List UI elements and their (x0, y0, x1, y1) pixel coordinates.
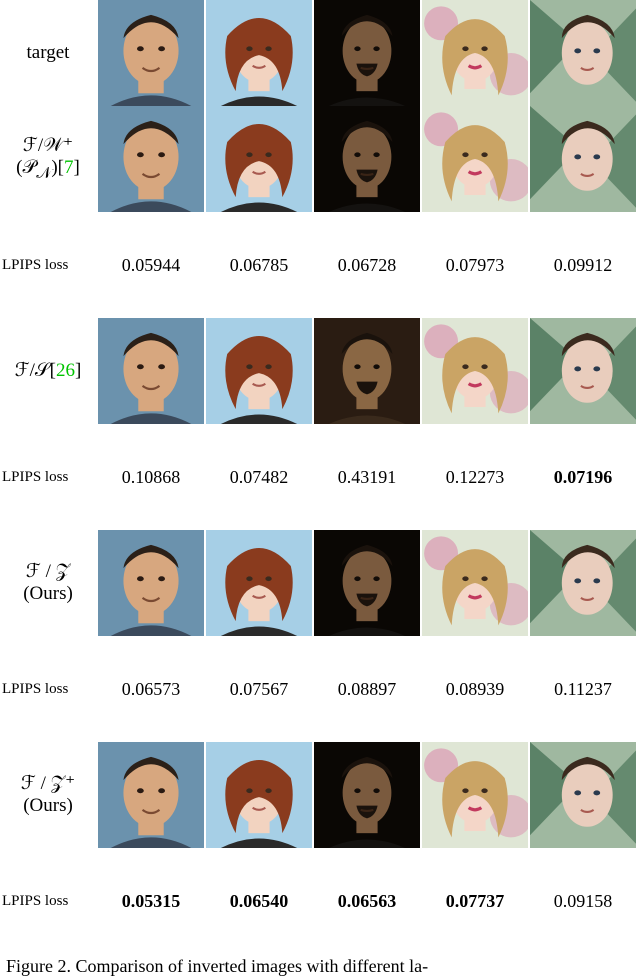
label-text-l1: ℱ / 𝒵⁺ (21, 773, 75, 795)
face-target-4 (422, 0, 528, 106)
metric-val: 0.06728 (314, 254, 420, 276)
face-target-2 (206, 0, 312, 106)
metric-label: LPIPS loss (0, 890, 96, 912)
face-fs-3 (314, 318, 420, 424)
metric-val: 0.07737 (422, 890, 528, 912)
metric-val: 0.11237 (530, 678, 636, 700)
face-fs-1 (98, 318, 204, 424)
metric-val: 0.07973 (422, 254, 528, 276)
face-fz-3 (314, 530, 420, 636)
face-target-1 (98, 0, 204, 106)
label-text-l2: (𝒫𝒩)[7] (16, 157, 80, 183)
row-label-fz: ℱ / 𝒵 (Ours) (0, 530, 96, 636)
face-fwplus-1 (98, 106, 204, 212)
face-fzplus-3 (314, 742, 420, 848)
metric-val: 0.08939 (422, 678, 528, 700)
face-fz-5 (530, 530, 636, 636)
row-label-fs: ℱ/𝒮[26] (0, 318, 96, 424)
citation-26: 26 (56, 360, 75, 381)
face-fwplus-3 (314, 106, 420, 212)
metric-val: 0.06573 (98, 678, 204, 700)
label-text-l1: ℱ/𝒲⁺ (23, 135, 73, 157)
metric-val: 0.07196 (530, 466, 636, 488)
face-fs-5 (530, 318, 636, 424)
label-text-l2: (Ours) (23, 795, 73, 817)
label-text-l2: (Ours) (23, 583, 73, 605)
metric-label: LPIPS loss (0, 254, 96, 276)
metric-val: 0.06785 (206, 254, 312, 276)
row-label-fzplus: ℱ / 𝒵⁺ (Ours) (0, 742, 96, 848)
face-fwplus-5 (530, 106, 636, 212)
face-fwplus-4 (422, 106, 528, 212)
label-text-l1: ℱ / 𝒵 (26, 561, 70, 583)
figure-2: target ℱ/𝒲⁺ (𝒫𝒩)[7] LPIPS loss 0.05944 0… (0, 0, 640, 977)
face-fz-1 (98, 530, 204, 636)
face-fs-4 (422, 318, 528, 424)
face-fz-2 (206, 530, 312, 636)
face-fzplus-4 (422, 742, 528, 848)
metric-label: LPIPS loss (0, 466, 96, 488)
image-grid: target ℱ/𝒲⁺ (𝒫𝒩)[7] LPIPS loss 0.05944 0… (0, 0, 640, 954)
metric-val: 0.09912 (530, 254, 636, 276)
metric-val: 0.06540 (206, 890, 312, 912)
label-text: ℱ/𝒮[26] (15, 360, 82, 382)
citation-7: 7 (64, 157, 74, 178)
metric-val: 0.06563 (314, 890, 420, 912)
metric-val: 0.05315 (98, 890, 204, 912)
face-target-5 (530, 0, 636, 106)
metric-val: 0.43191 (314, 466, 420, 488)
label-text: target (27, 42, 70, 64)
face-target-3 (314, 0, 420, 106)
row-label-target: target (0, 0, 96, 106)
face-fs-2 (206, 318, 312, 424)
metric-val: 0.10868 (98, 466, 204, 488)
figure-caption: Figure 2. Comparison of inverted images … (0, 954, 640, 977)
face-fz-4 (422, 530, 528, 636)
metric-val: 0.12273 (422, 466, 528, 488)
metric-val: 0.05944 (98, 254, 204, 276)
metric-val: 0.08897 (314, 678, 420, 700)
face-fwplus-2 (206, 106, 312, 212)
metric-val: 0.07482 (206, 466, 312, 488)
metric-val: 0.07567 (206, 678, 312, 700)
face-fzplus-2 (206, 742, 312, 848)
metric-label: LPIPS loss (0, 678, 96, 700)
row-label-fwplus: ℱ/𝒲⁺ (𝒫𝒩)[7] (0, 106, 96, 212)
face-fzplus-1 (98, 742, 204, 848)
metric-val: 0.09158 (530, 890, 636, 912)
face-fzplus-5 (530, 742, 636, 848)
